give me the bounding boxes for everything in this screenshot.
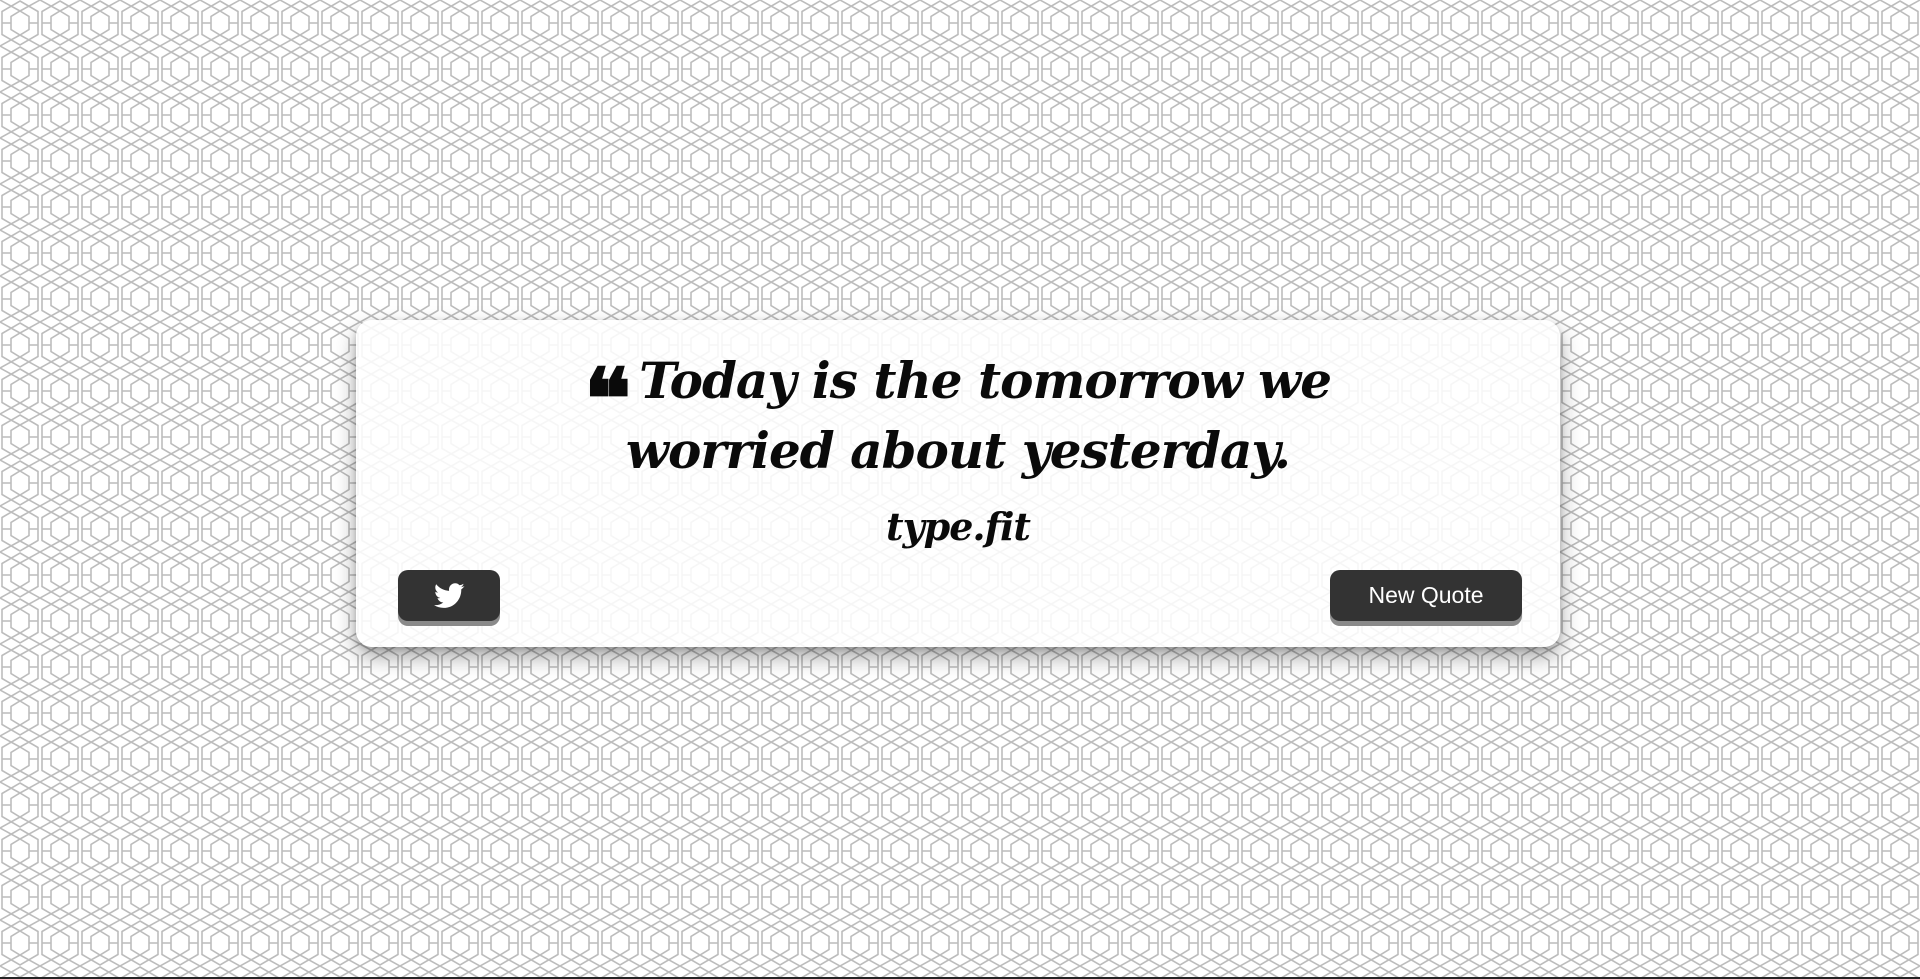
- new-quote-button[interactable]: New Quote: [1330, 570, 1522, 621]
- quote-author: type.fit: [886, 504, 1031, 549]
- tweet-button[interactable]: [398, 570, 500, 621]
- quote-text-block: ❝ Today is the tomorrow we worried about …: [583, 349, 1332, 480]
- quote-text: Today is the tomorrow we worried about y…: [625, 351, 1332, 480]
- quote-card: ❝ Today is the tomorrow we worried about …: [356, 320, 1560, 647]
- twitter-icon: [433, 582, 465, 609]
